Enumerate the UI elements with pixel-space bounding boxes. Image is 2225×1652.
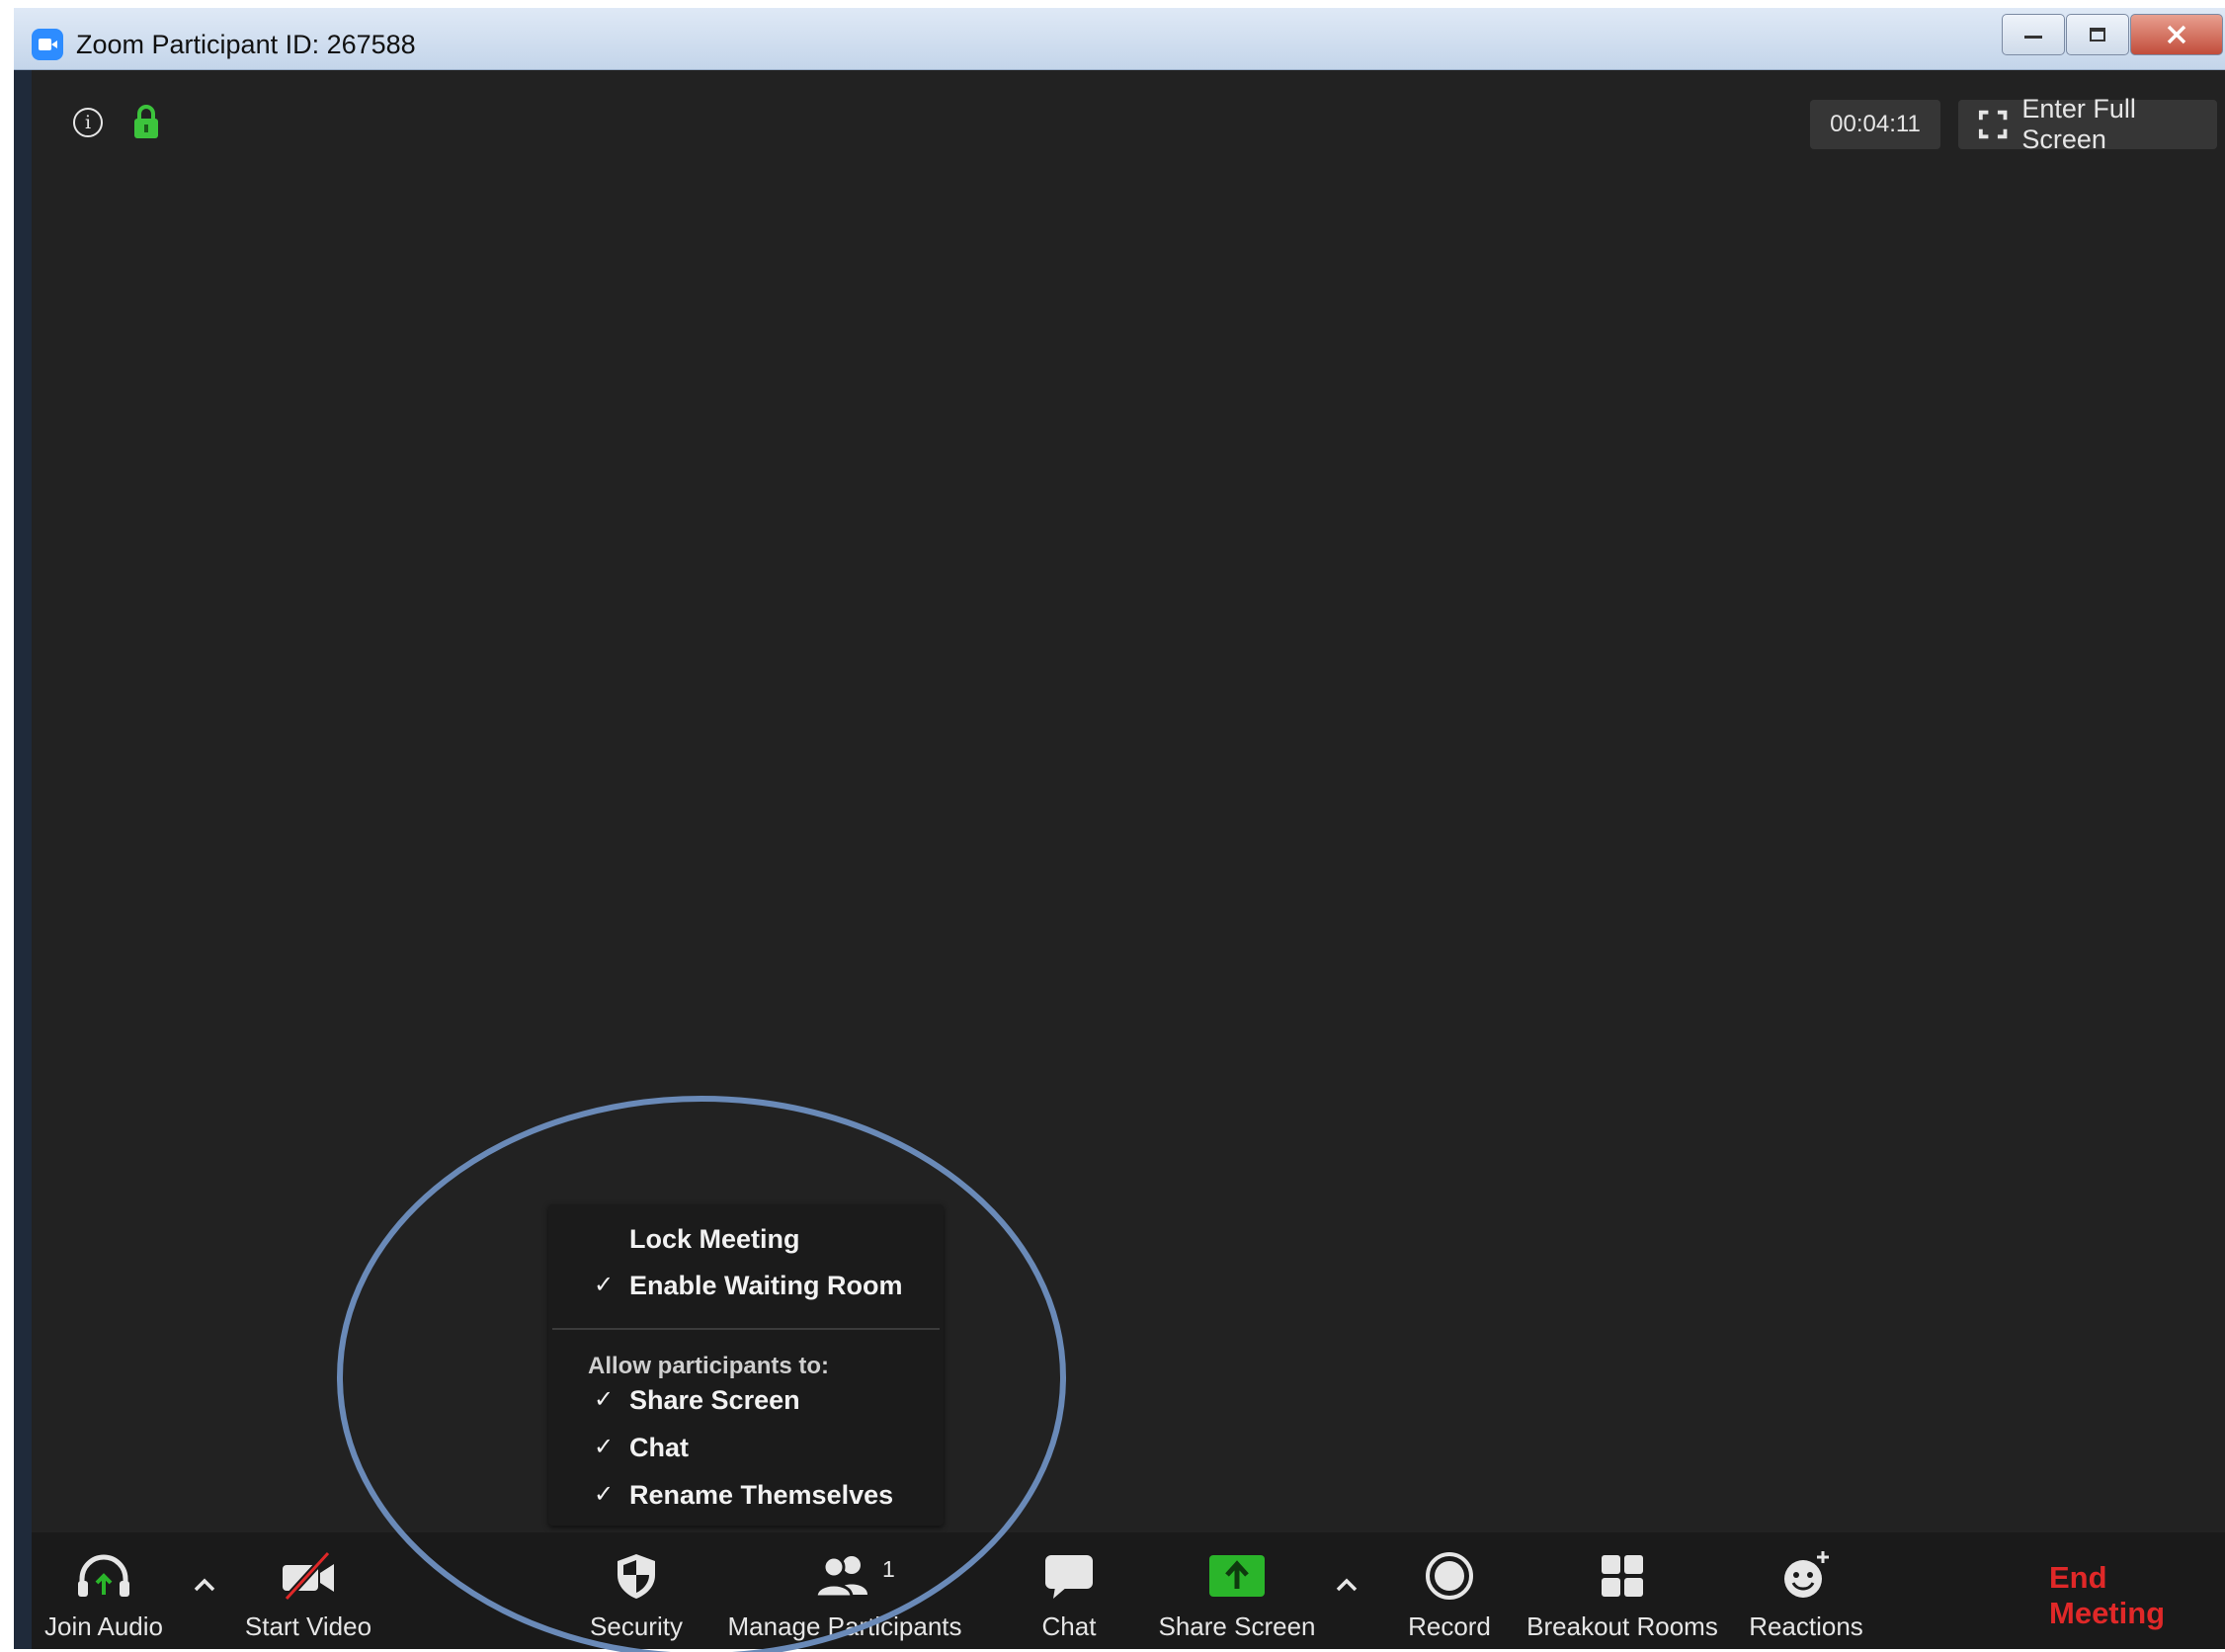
- waiting-room-label: Enable Waiting Room: [629, 1271, 903, 1300]
- check-icon: ✓: [594, 1272, 615, 1298]
- reactions-button[interactable]: Reactions: [1739, 1532, 1873, 1649]
- record-label: Record: [1408, 1611, 1491, 1641]
- meeting-video-area: i 00:04:11 Enter Full Screen Lock Meetin…: [32, 70, 2225, 1532]
- encryption-lock-icon[interactable]: [132, 104, 160, 139]
- meeting-timer: 00:04:11: [1810, 100, 1940, 149]
- check-icon: ✓: [594, 1434, 615, 1460]
- security-menu: Lock Meeting ✓ Enable Waiting Room Allow…: [548, 1204, 944, 1526]
- join-audio-label: Join Audio: [44, 1611, 163, 1641]
- menu-item-allow-rename[interactable]: ✓ Rename Themselves: [548, 1473, 944, 1517]
- restore-icon: [2090, 28, 2105, 41]
- chat-bubble-icon: [1045, 1555, 1093, 1599]
- window-title: Zoom Participant ID: 267588: [76, 30, 416, 59]
- start-video-button[interactable]: Start Video: [239, 1532, 377, 1649]
- menu-divider: [552, 1328, 940, 1330]
- menu-item-allow-share-screen[interactable]: ✓ Share Screen: [548, 1378, 944, 1422]
- chat-label: Chat: [629, 1433, 689, 1462]
- check-icon: ✓: [594, 1481, 615, 1508]
- maximize-button[interactable]: [2066, 14, 2129, 55]
- meeting-toolbar: Join Audio Start Video Security 1 Manage…: [32, 1532, 2225, 1649]
- check-icon: ✓: [594, 1386, 615, 1413]
- zoom-app-icon: [32, 29, 63, 60]
- record-button[interactable]: Record: [1395, 1532, 1504, 1649]
- chat-button[interactable]: Chat: [1020, 1532, 1118, 1649]
- manage-participants-label: Manage Participants: [727, 1611, 962, 1641]
- share-screen-label: Share Screen: [1158, 1611, 1316, 1641]
- enter-full-screen-button[interactable]: Enter Full Screen: [1958, 94, 2217, 154]
- menu-item-lock-meeting[interactable]: Lock Meeting: [548, 1217, 944, 1261]
- allow-participants-header: Allow participants to:: [588, 1353, 830, 1379]
- lock-meeting-label: Lock Meeting: [629, 1224, 800, 1254]
- breakout-rooms-button[interactable]: Breakout Rooms: [1524, 1532, 1721, 1649]
- participants-icon: [814, 1555, 867, 1599]
- chat-label: Chat: [1041, 1611, 1097, 1641]
- close-icon: [2167, 25, 2186, 44]
- zoom-window: Zoom Participant ID: 267588 i 00:04:11 E: [14, 8, 2225, 1649]
- reactions-label: Reactions: [1749, 1611, 1863, 1641]
- breakout-rooms-icon: [1602, 1555, 1643, 1597]
- close-button[interactable]: [2130, 14, 2223, 55]
- share-screen-icon: [1209, 1555, 1265, 1597]
- minimize-icon: [2024, 36, 2042, 39]
- meeting-info-icon[interactable]: i: [73, 108, 103, 137]
- shield-icon: [618, 1554, 655, 1599]
- headphones-icon: [78, 1554, 129, 1597]
- reactions-icon: [1784, 1551, 1829, 1598]
- video-off-icon: [283, 1551, 334, 1601]
- minimize-button[interactable]: [2002, 14, 2065, 55]
- fullscreen-icon: [1978, 110, 2008, 139]
- join-audio-button[interactable]: Join Audio: [40, 1532, 168, 1649]
- participant-count-badge: 1: [882, 1556, 895, 1582]
- fullscreen-label: Enter Full Screen: [2021, 94, 2136, 154]
- share-screen-button[interactable]: Share Screen: [1158, 1532, 1316, 1649]
- rename-label: Rename Themselves: [629, 1480, 894, 1510]
- share-screen-label: Share Screen: [629, 1385, 800, 1415]
- record-icon: [1426, 1552, 1473, 1600]
- breakout-rooms-label: Breakout Rooms: [1526, 1611, 1718, 1641]
- security-label: Security: [590, 1611, 683, 1641]
- share-options-caret-icon[interactable]: [1332, 1570, 1361, 1600]
- title-bar: Zoom Participant ID: 267588: [14, 8, 2225, 70]
- menu-item-enable-waiting-room[interactable]: ✓ Enable Waiting Room: [548, 1264, 944, 1307]
- security-button[interactable]: Security: [577, 1532, 696, 1649]
- start-video-label: Start Video: [244, 1611, 372, 1641]
- end-meeting-button[interactable]: End Meeting: [2049, 1560, 2225, 1631]
- audio-options-caret-icon[interactable]: [190, 1570, 219, 1600]
- manage-participants-button[interactable]: 1 Manage Participants: [723, 1532, 966, 1649]
- menu-item-allow-chat[interactable]: ✓ Chat: [548, 1426, 944, 1469]
- window-controls: [2001, 14, 2223, 57]
